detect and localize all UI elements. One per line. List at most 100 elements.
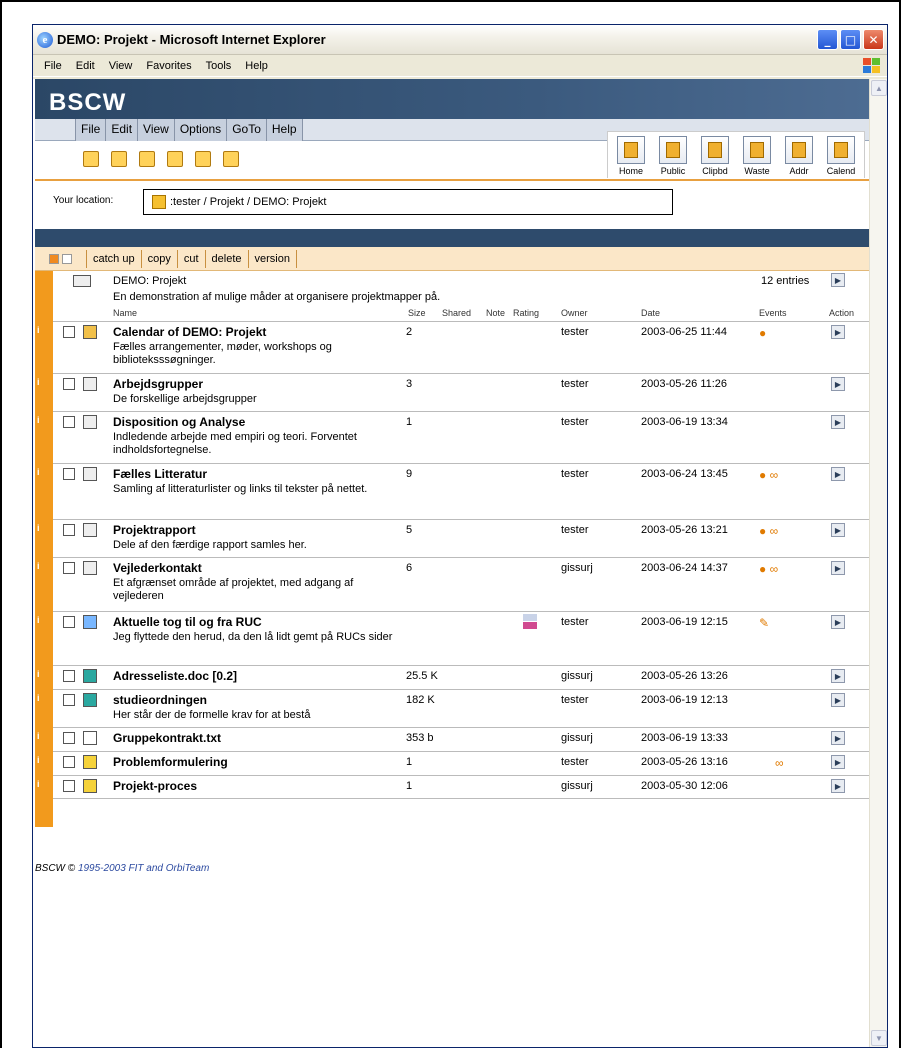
col-name[interactable]: Name [113, 308, 137, 318]
row-checkbox[interactable] [63, 378, 75, 390]
info-icon[interactable] [83, 151, 99, 167]
entry-name[interactable]: Projektrapport [113, 523, 196, 537]
nav-edit[interactable]: Edit [105, 119, 137, 141]
public-button[interactable]: Public [656, 136, 690, 176]
entry-owner[interactable]: gissurj [561, 732, 593, 744]
menu-help[interactable]: Help [238, 60, 275, 72]
entry-owner[interactable]: tester [561, 416, 589, 428]
clipboard-button[interactable]: Clipbd [698, 136, 732, 176]
scroll-down-icon[interactable]: ▼ [871, 1030, 887, 1046]
catch-up-button[interactable]: catch up [86, 249, 141, 268]
menu-tools[interactable]: Tools [199, 60, 239, 72]
row-action-button[interactable]: ▶ [831, 467, 845, 481]
events-indicator[interactable]: ● ∞ [759, 468, 778, 482]
col-note[interactable]: Note [486, 308, 505, 318]
nav-goto[interactable]: GoTo [226, 119, 266, 141]
info-badge[interactable]: i [37, 325, 40, 335]
col-shared[interactable]: Shared [442, 308, 471, 318]
rating-icon[interactable] [523, 614, 537, 630]
new-document-icon[interactable] [223, 151, 239, 167]
row-checkbox[interactable] [63, 756, 75, 768]
new-folder-icon[interactable] [195, 151, 211, 167]
location-path[interactable]: :tester / Projekt / DEMO: Projekt [170, 196, 327, 208]
address-button[interactable]: Addr [782, 136, 816, 176]
col-date[interactable]: Date [641, 308, 660, 318]
info-badge[interactable]: i [37, 731, 40, 741]
select-all-toggle[interactable] [49, 253, 72, 264]
events-indicator[interactable]: ● ∞ [759, 524, 778, 538]
entry-name[interactable]: Adresseliste.doc [0.2] [113, 669, 237, 683]
info-badge[interactable]: i [37, 615, 40, 625]
scroll-up-icon[interactable]: ▲ [871, 80, 887, 96]
minimize-button[interactable]: _ [817, 29, 838, 50]
row-checkbox[interactable] [63, 524, 75, 536]
info-badge[interactable]: i [37, 755, 40, 765]
info-badge[interactable]: i [37, 779, 40, 789]
entry-owner[interactable]: gissurj [561, 562, 593, 574]
row-action-button[interactable]: ▶ [831, 523, 845, 537]
entry-owner[interactable]: tester [561, 616, 589, 628]
col-owner[interactable]: Owner [561, 308, 588, 318]
menu-file[interactable]: File [37, 60, 69, 72]
row-action-button[interactable]: ▶ [831, 615, 845, 629]
waste-button[interactable]: Waste [740, 136, 774, 176]
key-icon[interactable] [111, 151, 127, 167]
events-indicator[interactable]: ∞ [775, 756, 784, 770]
events-indicator[interactable]: ● [759, 326, 766, 340]
cut-button[interactable]: cut [176, 249, 205, 268]
nav-options[interactable]: Options [173, 119, 226, 141]
nav-view[interactable]: View [137, 119, 174, 141]
entry-owner[interactable]: tester [561, 756, 589, 768]
entry-name[interactable]: Arbejdsgrupper [113, 377, 203, 391]
row-action-button[interactable]: ▶ [831, 731, 845, 745]
row-action-button[interactable]: ▶ [831, 415, 845, 429]
row-action-button[interactable]: ▶ [831, 561, 845, 575]
info-badge[interactable]: i [37, 693, 40, 703]
members-icon[interactable] [139, 151, 155, 167]
close-button[interactable]: ✕ [863, 29, 884, 50]
nav-file[interactable]: File [75, 119, 105, 141]
delete-button[interactable]: delete [204, 249, 248, 268]
entry-name[interactable]: Problemformulering [113, 755, 228, 769]
row-action-button[interactable]: ▶ [831, 325, 845, 339]
row-action-button[interactable]: ▶ [831, 693, 845, 707]
entry-owner[interactable]: tester [561, 468, 589, 480]
menu-favorites[interactable]: Favorites [139, 60, 198, 72]
entry-name[interactable]: studieordningen [113, 693, 207, 707]
footer-link[interactable]: 1995-2003 FIT and OrbiTeam [78, 863, 209, 874]
folder-action-button[interactable]: ▶ [831, 273, 845, 287]
entry-name[interactable]: Aktuelle tog til og fra RUC [113, 615, 262, 629]
entry-owner[interactable]: tester [561, 378, 589, 390]
entry-owner[interactable]: gissurj [561, 780, 593, 792]
row-checkbox[interactable] [63, 732, 75, 744]
info-badge[interactable]: i [37, 523, 40, 533]
entry-name[interactable]: Fælles Litteratur [113, 467, 207, 481]
entry-owner[interactable]: tester [561, 694, 589, 706]
entry-owner[interactable]: tester [561, 524, 589, 536]
events-indicator[interactable]: ● ∞ [759, 562, 778, 576]
home-button[interactable]: Home [614, 136, 648, 176]
row-checkbox[interactable] [63, 468, 75, 480]
info-badge[interactable]: i [37, 561, 40, 571]
entry-owner[interactable]: gissurj [561, 670, 593, 682]
menu-view[interactable]: View [102, 60, 140, 72]
row-checkbox[interactable] [63, 616, 75, 628]
menu-edit[interactable]: Edit [69, 60, 102, 72]
info-badge[interactable]: i [37, 467, 40, 477]
home-icon[interactable] [152, 195, 166, 209]
col-size[interactable]: Size [408, 308, 426, 318]
events-indicator[interactable]: ✎ [759, 616, 769, 630]
maximize-button[interactable]: □ [840, 29, 861, 50]
info-badge[interactable]: i [37, 415, 40, 425]
col-rating[interactable]: Rating [513, 308, 539, 318]
row-checkbox[interactable] [63, 780, 75, 792]
row-action-button[interactable]: ▶ [831, 377, 845, 391]
row-checkbox[interactable] [63, 562, 75, 574]
copy-button[interactable]: copy [140, 249, 177, 268]
info-badge[interactable]: i [37, 377, 40, 387]
nav-help[interactable]: Help [265, 119, 302, 141]
entry-owner[interactable]: tester [561, 326, 589, 338]
entry-name[interactable]: Vejlederkontakt [113, 561, 202, 575]
vertical-scrollbar[interactable]: ▲ ▼ [869, 79, 887, 1047]
row-checkbox[interactable] [63, 670, 75, 682]
